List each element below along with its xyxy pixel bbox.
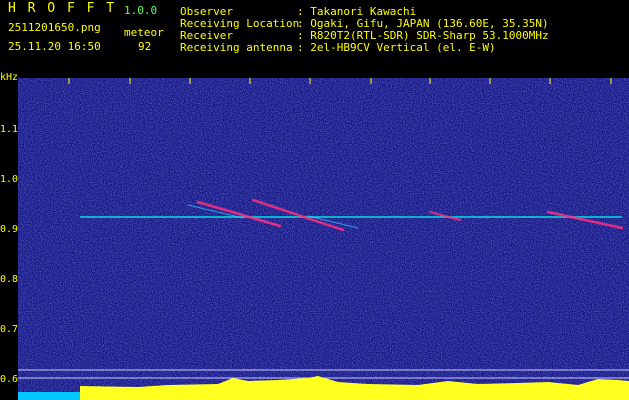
datetime-label: 25.11.20 16:50 <box>8 40 101 53</box>
app-title: H R O F F T <box>8 1 117 16</box>
y-tick: 1.0 <box>0 174 19 185</box>
spectrogram <box>18 78 629 400</box>
y-tick: 0.7 <box>0 324 19 335</box>
mode-label: meteor <box>124 26 164 39</box>
y-tick: 1.1 <box>0 124 19 135</box>
version-label: 1.0.0 <box>124 4 158 17</box>
y-tick: 0.6 <box>0 374 19 385</box>
count-label: 92 <box>138 40 152 53</box>
level-bar-left <box>18 392 80 400</box>
info-label-antenna: Receiving antenna <box>180 41 293 54</box>
y-unit-label: kHz <box>0 72 19 83</box>
y-tick: 0.9 <box>0 224 19 235</box>
noise-layer <box>18 78 629 400</box>
y-tick: 0.8 <box>0 274 19 285</box>
info-value-antenna: : 2el-HB9CV Vertical (el. E-W) <box>297 41 496 54</box>
filename-label: 2511201650.png <box>8 21 101 34</box>
